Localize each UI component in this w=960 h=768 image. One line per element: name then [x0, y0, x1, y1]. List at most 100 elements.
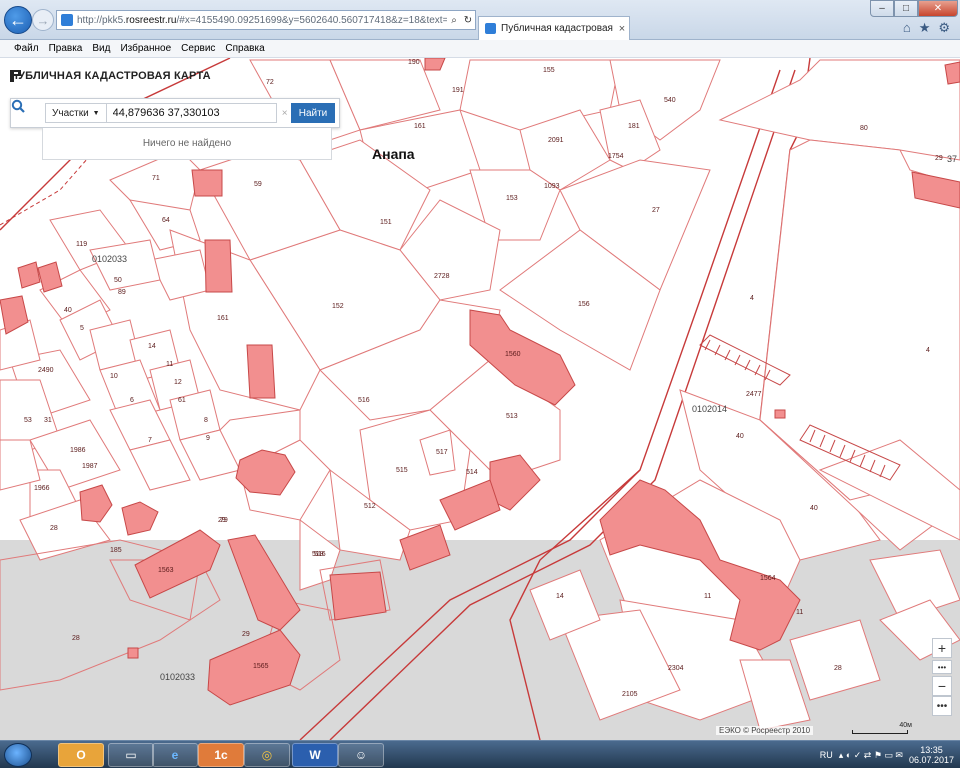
windows-taskbar: O ▭ e 1c ◎ W ☺ RU ▴ ◐ ✓ ⇄ ⚑ ▭ ✉ 13:35 06… — [0, 740, 960, 768]
parcel-label: 512 — [364, 503, 376, 510]
menu-view[interactable]: Вид — [92, 43, 110, 54]
parcel-label: 181 — [628, 123, 640, 130]
parcel-label: 61 — [178, 397, 186, 404]
parcel-label: 9 — [206, 435, 210, 442]
search-submit-button[interactable]: Найти — [291, 103, 335, 123]
search-input[interactable] — [106, 103, 277, 123]
parcel-label: 2304 — [668, 665, 684, 672]
quarter-label: 0102014 — [692, 404, 727, 414]
parcel-label: 2091 — [548, 137, 564, 144]
favorites-star-icon[interactable]: ★ — [919, 20, 931, 36]
menu-tools[interactable]: Сервис — [181, 43, 215, 54]
taskbar-chrome-icon[interactable]: ◎ — [244, 743, 290, 767]
menu-file[interactable]: Файл — [14, 43, 39, 54]
parcel-label: 1563 — [158, 567, 174, 574]
menu-bar: Файл Правка Вид Избранное Сервис Справка — [0, 40, 960, 58]
parcel-label: 28 — [72, 635, 80, 642]
close-window-button[interactable]: ✕ — [918, 0, 958, 17]
home-icon[interactable]: ⌂ — [903, 20, 911, 36]
settings-gear-icon[interactable]: ⚙ — [938, 20, 950, 36]
parcel-label: 1966 — [34, 485, 50, 492]
parcel-label: 40 — [64, 307, 72, 314]
parcel-label: 64 — [162, 217, 170, 224]
parcel-label: 540 — [664, 97, 676, 104]
parcel-label: 71 — [152, 175, 160, 182]
address-search-icon[interactable]: ⌕ — [447, 15, 461, 26]
parcel-label: 514 — [466, 469, 478, 476]
parcel-labels: 190 155 72 191 161 540 181 2091 1754 153… — [24, 59, 957, 698]
parcel-label: 10 — [110, 373, 118, 380]
browser-tools: ⌂ ★ ⚙ — [903, 20, 950, 36]
parcel-label: 513 — [506, 413, 518, 420]
more-options-button[interactable]: ••• — [932, 696, 952, 716]
clock[interactable]: 13:35 06.07.2017 — [909, 745, 954, 765]
parcel-label: 40 — [736, 433, 744, 440]
minimize-button[interactable]: – — [870, 0, 894, 17]
menu-edit[interactable]: Правка — [49, 43, 83, 54]
parcel-label: 29 — [242, 631, 250, 638]
zoom-controls: + ••• − — [932, 638, 952, 698]
forward-button[interactable]: → — [32, 9, 54, 31]
taskbar-word-icon[interactable]: W — [292, 743, 338, 767]
parcel-label: 155 — [543, 67, 555, 74]
parcel-label: 1986 — [70, 447, 86, 454]
tab-active[interactable]: Публичная кадастровая к... × — [478, 16, 630, 40]
parcel-label: 152 — [332, 303, 344, 310]
taskbar-explorer-icon[interactable]: ▭ — [108, 743, 154, 767]
parcel-label: 1754 — [608, 153, 624, 160]
taskbar-ie-icon[interactable]: e — [152, 743, 198, 767]
parcel-label: 1987 — [82, 463, 98, 470]
menu-favorites[interactable]: Избранное — [120, 43, 171, 54]
parcel-label: 12 — [174, 379, 182, 386]
parcel-label: 515 — [396, 467, 408, 474]
parcel-label: 28 — [50, 525, 58, 532]
parcel-label: 7 — [148, 437, 152, 444]
parcel-label: 72 — [266, 79, 274, 86]
search-type-label: Участки — [52, 107, 89, 119]
parcel-label: 1093 — [544, 183, 560, 190]
parcel-label: 27 — [652, 207, 660, 214]
back-button[interactable]: ← — [4, 6, 32, 34]
scale-bar-line — [852, 730, 908, 734]
taskbar-outlook-icon[interactable]: O — [58, 743, 104, 767]
maximize-button[interactable]: □ — [894, 0, 918, 17]
parcel-label: 11 — [166, 361, 173, 368]
parcel-label: 11 — [796, 609, 803, 616]
start-button[interactable] — [4, 743, 32, 767]
parcel-label: 516 — [314, 551, 326, 558]
address-bar[interactable]: http://pkk5.rosreestr.ru/#x=4155490.0925… — [56, 10, 476, 30]
tab-close-icon[interactable]: × — [615, 23, 629, 35]
search-type-dropdown[interactable]: Участки ▼ — [45, 103, 107, 123]
parcel-label: 151 — [380, 219, 392, 226]
parcel-label: 6 — [130, 397, 134, 404]
parcel-label: 2490 — [38, 367, 54, 374]
refresh-icon[interactable]: ↻ — [461, 15, 475, 26]
parcel-label: 29 — [935, 155, 943, 162]
parcel-label: 119 — [76, 241, 87, 248]
search-icon[interactable] — [11, 99, 43, 127]
chevron-down-icon: ▼ — [92, 109, 100, 117]
parcel-label: 79 — [220, 517, 228, 524]
parcel-label: 80 — [860, 125, 868, 132]
zoom-in-button[interactable]: + — [932, 638, 952, 658]
parcel-label: 14 — [148, 343, 156, 350]
tab-favicon-icon — [485, 23, 496, 34]
zoom-levels-icon[interactable]: ••• — [932, 660, 952, 674]
tray-icons[interactable]: ▴ ◐ ✓ ⇄ ⚑ ▭ ✉ — [839, 750, 903, 761]
parcel-label: 89 — [118, 289, 126, 296]
screen: ← → http://pkk5.rosreestr.ru/#x=4155490.… — [0, 0, 960, 768]
zoom-out-button[interactable]: − — [932, 676, 952, 696]
tab-title: Публичная кадастровая к... — [501, 23, 615, 34]
parcel-label: 5 — [80, 325, 84, 332]
window-controls: – □ ✕ — [870, 0, 958, 17]
parcel-label: 2477 — [746, 391, 762, 398]
cadastral-map[interactable]: 190 155 72 191 161 540 181 2091 1754 153… — [0, 58, 960, 740]
menu-help[interactable]: Справка — [225, 43, 264, 54]
address-url[interactable]: http://pkk5.rosreestr.ru/#x=4155490.0925… — [77, 15, 447, 26]
parcel-label: 14 — [556, 593, 564, 600]
taskbar-app-icon[interactable]: ☺ — [338, 743, 384, 767]
taskbar-1c-icon[interactable]: 1c — [198, 743, 244, 767]
parcel-label: 516 — [358, 397, 370, 404]
parcel-label: 190 — [408, 59, 420, 66]
language-indicator[interactable]: RU — [820, 750, 833, 760]
